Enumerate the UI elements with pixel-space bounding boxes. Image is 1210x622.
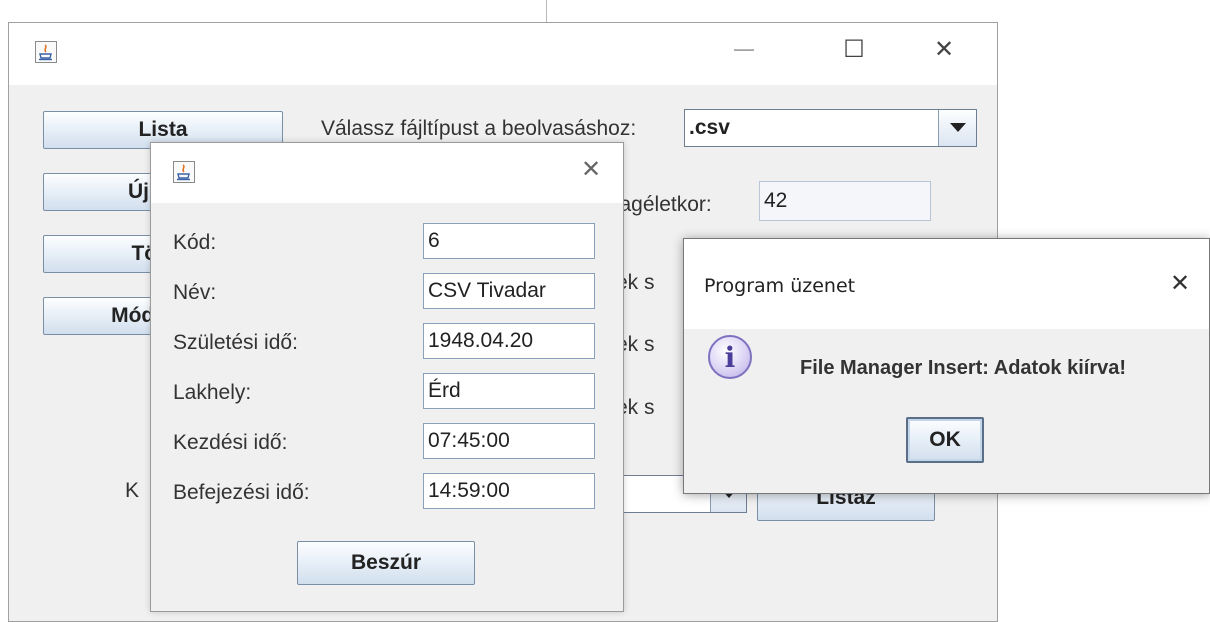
filetype-select-value: .csv <box>689 116 730 139</box>
field-label-name: Név: <box>173 281 217 304</box>
field-label-start: Kezdési idő: <box>173 431 288 454</box>
code-field[interactable]: 6 <box>423 223 595 259</box>
close-button[interactable]: ✕ <box>919 35 969 63</box>
field-label-birth: Születési idő: <box>173 331 298 354</box>
insert-button[interactable]: Beszúr <box>297 541 475 585</box>
field-label-residence: Lakhely: <box>173 381 252 404</box>
filetype-select[interactable]: .csv <box>684 109 977 147</box>
main-titlebar: — ☐ ✕ <box>9 23 997 85</box>
maximize-button[interactable]: ☐ <box>829 35 879 63</box>
field-label-end: Befejezési idő: <box>173 481 310 504</box>
partial-left-label: K <box>125 479 140 502</box>
field-label-code: Kód: <box>173 231 217 254</box>
name-field[interactable]: CSV Tivadar <box>423 273 595 309</box>
minimize-button[interactable]: — <box>719 37 769 62</box>
birth-date-field[interactable]: 1948.04.20 <box>423 323 595 359</box>
start-time-field[interactable]: 07:45:00 <box>423 423 595 459</box>
avg-age-field[interactable]: 42 <box>759 181 931 221</box>
message-text: File Manager Insert: Adatok kiírva! <box>800 357 1127 379</box>
insert-dialog-titlebar: ✕ <box>151 143 623 203</box>
filetype-label: Válassz fájltípust a beolvasáshoz: <box>321 117 637 140</box>
message-dialog: Program üzenet ✕ i File Manager Insert: … <box>683 238 1210 494</box>
background-divider <box>546 0 547 22</box>
info-icon: i <box>708 335 752 379</box>
chevron-down-icon[interactable] <box>938 110 976 146</box>
insert-dialog: ✕ Kód: 6 Név: CSV Tivadar Születési idő:… <box>150 142 624 612</box>
java-icon <box>35 41 57 63</box>
java-icon <box>173 161 195 183</box>
close-button[interactable]: ✕ <box>1160 269 1200 297</box>
message-dialog-titlebar: Program üzenet ✕ <box>684 239 1209 329</box>
end-time-field[interactable]: 14:59:00 <box>423 473 595 509</box>
residence-field[interactable]: Érd <box>423 373 595 409</box>
ok-button[interactable]: OK <box>906 417 984 463</box>
close-button[interactable]: ✕ <box>571 155 611 183</box>
message-dialog-title: Program üzenet <box>704 275 856 297</box>
